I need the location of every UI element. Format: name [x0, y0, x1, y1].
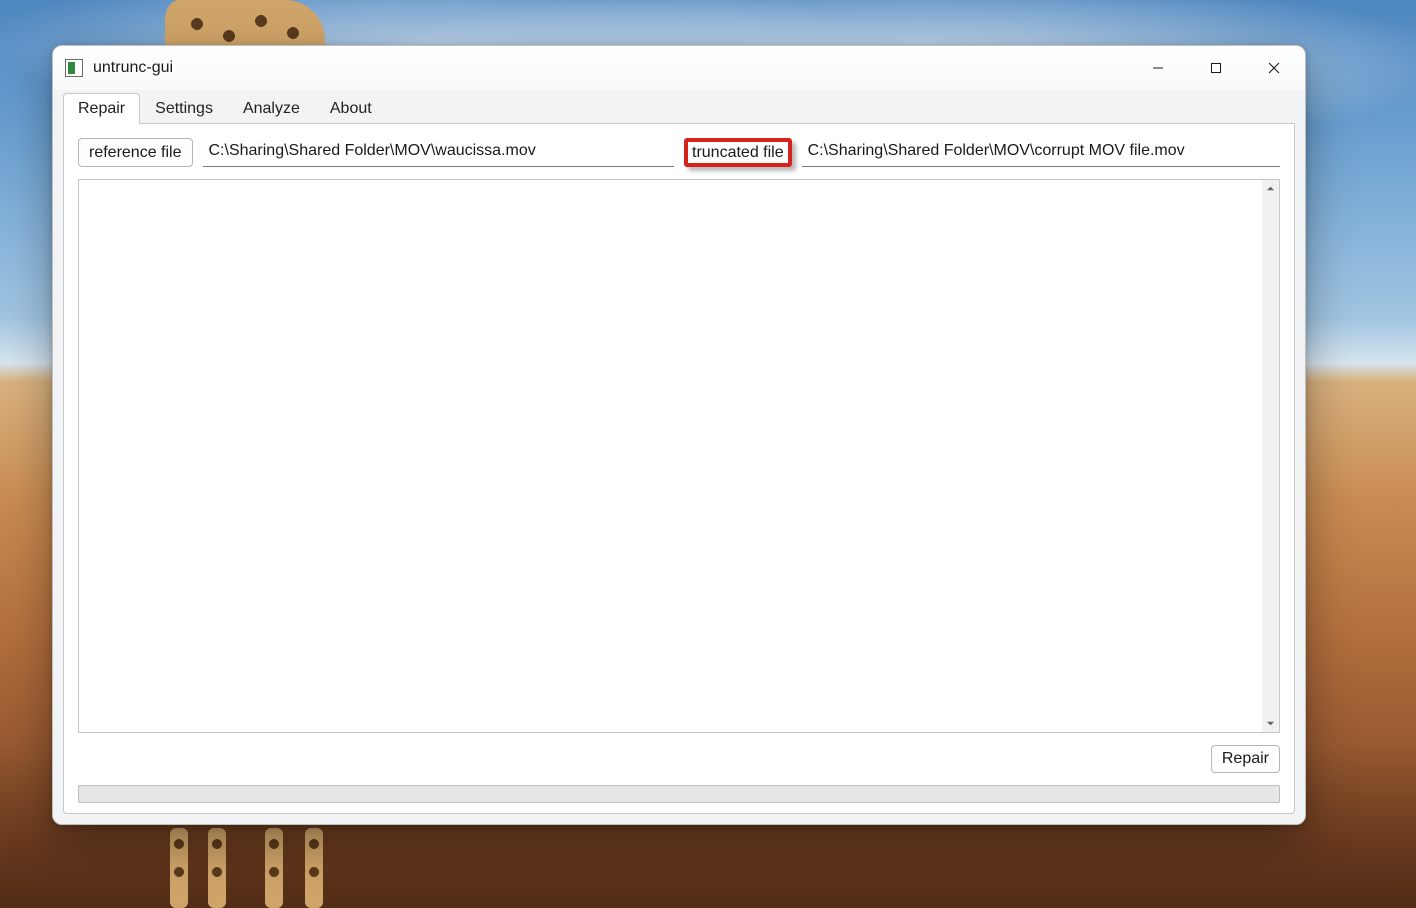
- action-row: Repair: [78, 745, 1280, 773]
- reference-file-group: reference file: [78, 138, 674, 167]
- app-window: untrunc-gui Repair Settings Analyze Abou…: [52, 45, 1306, 825]
- tabpage-repair: reference file truncated file: [63, 124, 1295, 814]
- close-button[interactable]: [1245, 46, 1303, 90]
- tab-about[interactable]: About: [315, 93, 387, 124]
- tab-analyze[interactable]: Analyze: [228, 93, 315, 124]
- tab-bar: Repair Settings Analyze About: [63, 90, 1295, 124]
- truncated-file-button[interactable]: truncated file: [684, 138, 792, 167]
- window-title: untrunc-gui: [93, 59, 173, 77]
- tab-settings[interactable]: Settings: [140, 93, 228, 124]
- wallpaper-decor: [170, 820, 350, 908]
- reference-file-path-input[interactable]: [203, 138, 675, 167]
- app-icon: [65, 59, 83, 77]
- log-scrollbar[interactable]: [1262, 180, 1279, 732]
- maximize-icon: [1210, 62, 1222, 74]
- maximize-button[interactable]: [1187, 46, 1245, 90]
- repair-button[interactable]: Repair: [1211, 745, 1280, 773]
- tab-repair[interactable]: Repair: [63, 93, 140, 124]
- scroll-down-button[interactable]: [1262, 715, 1279, 732]
- minimize-button[interactable]: [1129, 46, 1187, 90]
- progress-bar: [78, 785, 1280, 803]
- titlebar[interactable]: untrunc-gui: [53, 46, 1305, 90]
- chevron-down-icon: [1266, 719, 1275, 728]
- close-icon: [1268, 62, 1280, 74]
- truncated-file-path-input[interactable]: [802, 138, 1280, 167]
- minimize-icon: [1152, 62, 1164, 74]
- file-selection-row: reference file truncated file: [78, 138, 1280, 167]
- chevron-up-icon: [1266, 184, 1275, 193]
- reference-file-button[interactable]: reference file: [78, 138, 193, 167]
- truncated-file-group: truncated file: [684, 138, 1280, 167]
- log-output[interactable]: [79, 180, 1262, 732]
- scroll-up-button[interactable]: [1262, 180, 1279, 197]
- client-area: Repair Settings Analyze About reference …: [53, 90, 1305, 824]
- log-output-panel: [78, 179, 1280, 733]
